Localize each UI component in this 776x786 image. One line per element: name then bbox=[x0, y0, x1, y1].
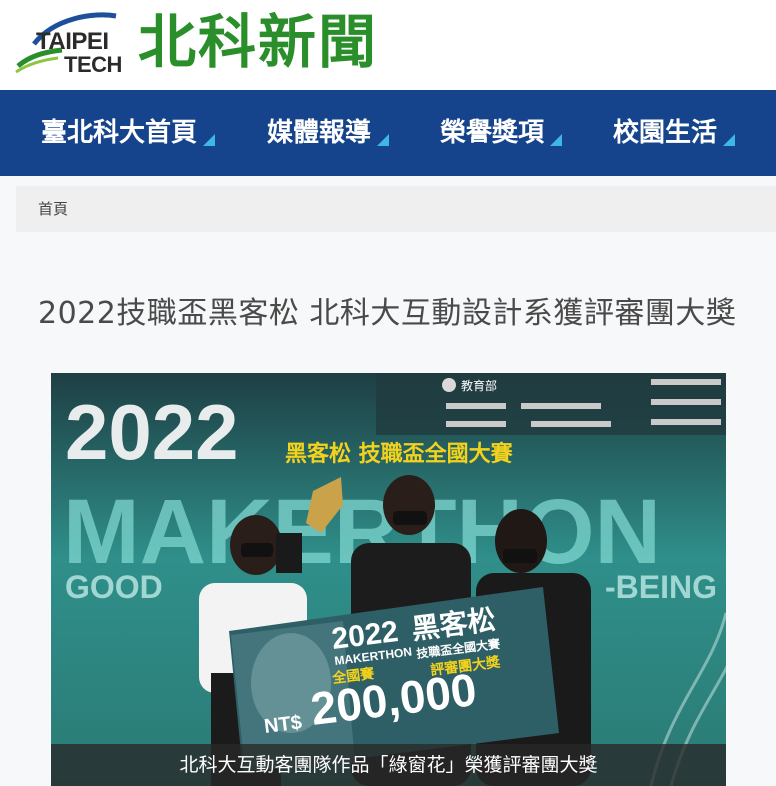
dropdown-triangle-icon bbox=[723, 134, 736, 146]
sponsor-line bbox=[651, 399, 721, 405]
main-nav: 臺北科大首頁 媒體報導 榮譽獎項 校園生活 bbox=[0, 90, 776, 176]
backdrop-subtitle: 黑客松 技職盃全國大賽 bbox=[285, 441, 514, 467]
site-header: TAIPEI TECH 北科新聞 bbox=[0, 0, 776, 90]
sponsor-line bbox=[521, 403, 601, 409]
nav-item-media[interactable]: 媒體報導 bbox=[267, 90, 390, 176]
backdrop-good: GOOD bbox=[65, 569, 163, 605]
sponsor-moe: 教育部 bbox=[461, 378, 497, 393]
site-name[interactable]: 北科新聞 bbox=[138, 4, 378, 80]
breadcrumb: 首頁 bbox=[16, 186, 776, 232]
award-photo-illustration: 教育部 2022 黑客松 技職盃全國大賽 MAKERTHON GOOD -BEI… bbox=[51, 373, 726, 786]
sign-currency: NT$ bbox=[263, 712, 303, 738]
article-photo[interactable]: 教育部 2022 黑客松 技職盃全國大賽 MAKERTHON GOOD -BEI… bbox=[51, 373, 726, 786]
breadcrumb-home-link[interactable]: 首頁 bbox=[38, 186, 68, 232]
nav-item-label: 校園生活 bbox=[613, 118, 718, 148]
article-title: 2022技職盃黑客松 北科大互動設計系獲評審團大獎 bbox=[38, 296, 737, 331]
nav-item-campus[interactable]: 校園生活 bbox=[613, 90, 736, 176]
nav-item-label: 媒體報導 bbox=[267, 118, 372, 148]
sponsor-line bbox=[531, 421, 611, 427]
nav-item-label: 榮譽獎項 bbox=[440, 118, 545, 148]
backdrop-being: -BEING bbox=[605, 569, 717, 605]
sponsor-line bbox=[446, 403, 506, 409]
dropdown-triangle-icon bbox=[550, 134, 563, 146]
sponsor-line bbox=[651, 419, 721, 425]
backdrop-year: 2022 bbox=[65, 388, 239, 476]
dropdown-triangle-icon bbox=[203, 134, 216, 146]
logo-text-tech: TECH bbox=[64, 52, 122, 77]
photo-caption: 北科大互動客團隊作品「綠窗花」榮獲評審團大獎 bbox=[51, 744, 726, 786]
sponsor-line bbox=[651, 379, 721, 385]
nav-item-label: 臺北科大首頁 bbox=[41, 118, 198, 148]
sponsor-line bbox=[446, 421, 506, 427]
nav-item-honors[interactable]: 榮譽獎項 bbox=[440, 90, 563, 176]
nav-item-home[interactable]: 臺北科大首頁 bbox=[41, 90, 216, 176]
dropdown-triangle-icon bbox=[377, 134, 390, 146]
sponsor-logo-icon bbox=[442, 378, 456, 392]
taipei-tech-logo[interactable]: TAIPEI TECH bbox=[14, 10, 124, 77]
